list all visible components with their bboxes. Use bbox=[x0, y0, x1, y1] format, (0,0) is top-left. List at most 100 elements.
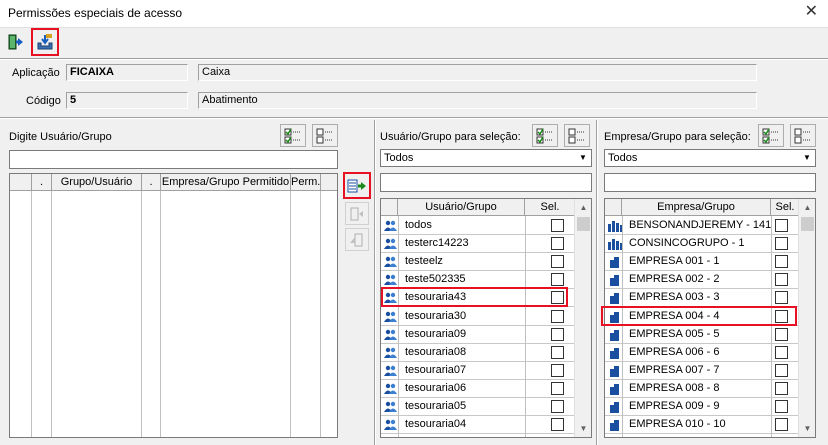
company-icon bbox=[610, 257, 619, 269]
grid-header-user-group[interactable]: Grupo/Usuário bbox=[52, 174, 142, 191]
user-name: tesouraria09 bbox=[405, 327, 467, 340]
user-row[interactable]: todos bbox=[381, 217, 576, 235]
company-select-checkbox[interactable] bbox=[775, 381, 788, 395]
check-all-icon bbox=[536, 128, 553, 143]
user-name: tesouraria08 bbox=[405, 345, 467, 358]
left-panel-label: Digite Usuário/Grupo bbox=[9, 131, 112, 143]
user-select-checkbox[interactable] bbox=[551, 400, 564, 413]
scroll-up-icon[interactable]: ▲ bbox=[799, 199, 815, 216]
chevron-down-icon: ▼ bbox=[579, 153, 587, 162]
companies-header-name[interactable]: Empresa/Grupo bbox=[622, 199, 771, 216]
company-select-checkbox[interactable] bbox=[775, 327, 788, 341]
permissions-grid[interactable]: . Grupo/Usuário . Empresa/Grupo Permitid… bbox=[9, 173, 338, 438]
companies-header-sel[interactable]: Sel. bbox=[771, 199, 800, 216]
user-name: tesouraria07 bbox=[405, 363, 467, 376]
user-name: tesouraria06 bbox=[405, 381, 467, 394]
scroll-up-icon[interactable]: ▲ bbox=[575, 199, 591, 216]
user-group-icon bbox=[384, 220, 397, 231]
save-button[interactable] bbox=[31, 28, 59, 56]
user-select-checkbox[interactable] bbox=[551, 255, 564, 269]
company-select-checkbox[interactable] bbox=[775, 219, 788, 232]
user-select-checkbox[interactable] bbox=[551, 219, 564, 232]
user-select-checkbox[interactable] bbox=[551, 237, 564, 251]
window-title: Permissões especiais de acesso bbox=[8, 6, 183, 20]
scroll-thumb[interactable] bbox=[801, 217, 814, 231]
add-selection-button[interactable] bbox=[343, 172, 371, 199]
grid-header-perm[interactable]: Perm. bbox=[291, 174, 321, 191]
grid-col-line bbox=[398, 216, 399, 437]
uncheck-all-icon bbox=[568, 128, 585, 143]
user-row[interactable]: tesouraria30 bbox=[381, 308, 576, 326]
user-select-checkbox[interactable] bbox=[551, 309, 564, 323]
user-group-icon bbox=[384, 275, 397, 286]
companies-scrollbar[interactable]: ▲ ▼ bbox=[798, 199, 815, 437]
companies-filter-select[interactable]: Todos ▼ bbox=[604, 149, 816, 167]
company-select-checkbox[interactable] bbox=[775, 418, 788, 432]
users-scrollbar[interactable]: ▲ ▼ bbox=[574, 199, 591, 437]
user-row[interactable]: tesouraria09 bbox=[381, 326, 576, 344]
user-row[interactable]: testerc14223 bbox=[381, 235, 576, 254]
user-name: testerc14223 bbox=[405, 237, 469, 250]
companies-search-input[interactable] bbox=[604, 173, 816, 192]
users-search-input[interactable] bbox=[380, 173, 592, 192]
user-select-checkbox[interactable] bbox=[551, 363, 564, 377]
highlight-user-row bbox=[381, 287, 568, 307]
user-row[interactable]: tesouraria08 bbox=[381, 344, 576, 362]
user-name: tesouraria30 bbox=[405, 309, 467, 322]
companies-check-all-button[interactable] bbox=[758, 124, 784, 147]
user-group-icon bbox=[384, 329, 397, 340]
grid-header-dot-1: . bbox=[32, 174, 52, 191]
users-filter-select[interactable]: Todos ▼ bbox=[380, 149, 592, 167]
scroll-down-icon[interactable]: ▼ bbox=[575, 420, 591, 437]
grid-header-company-permitted[interactable]: Empresa/Grupo Permitido bbox=[161, 174, 291, 191]
company-select-checkbox[interactable] bbox=[775, 400, 788, 413]
user-row[interactable]: tesouraria04 bbox=[381, 416, 576, 435]
scroll-down-icon[interactable]: ▼ bbox=[799, 420, 815, 437]
company-name: EMPRESA 006 - 6 bbox=[629, 345, 720, 358]
user-select-checkbox[interactable] bbox=[551, 381, 564, 395]
close-icon[interactable]: ✕ bbox=[805, 4, 818, 20]
aplicacao-desc-field: Caixa bbox=[198, 64, 757, 81]
user-group-search-input[interactable] bbox=[9, 150, 338, 169]
companies-panel-label: Empresa/Grupo para seleção: bbox=[604, 131, 751, 143]
users-header-sel[interactable]: Sel. bbox=[525, 199, 576, 216]
remove-selection-button[interactable] bbox=[345, 202, 369, 225]
company-select-checkbox[interactable] bbox=[775, 237, 788, 251]
codigo-desc-field: Abatimento bbox=[198, 92, 757, 109]
user-group-icon bbox=[384, 365, 397, 376]
grid-col-line bbox=[525, 216, 526, 437]
uncheck-all-icon bbox=[316, 128, 333, 143]
companies-uncheck-all-button[interactable] bbox=[790, 124, 816, 147]
user-select-checkbox[interactable] bbox=[551, 327, 564, 341]
remove-all-button[interactable] bbox=[345, 228, 369, 251]
exit-door-icon bbox=[8, 34, 23, 50]
user-row[interactable]: testeelz bbox=[381, 253, 576, 272]
left-check-all-button[interactable] bbox=[280, 124, 306, 147]
users-uncheck-all-button[interactable] bbox=[564, 124, 590, 147]
exit-button[interactable] bbox=[4, 30, 28, 54]
company-select-checkbox[interactable] bbox=[775, 255, 788, 269]
company-name: BENSONANDJEREMY - 141 bbox=[629, 219, 772, 231]
user-select-checkbox[interactable] bbox=[551, 418, 564, 432]
company-select-checkbox[interactable] bbox=[775, 273, 788, 287]
users-grid[interactable]: Usuário/Grupo Sel. todos testerc14223 test… bbox=[380, 198, 592, 438]
users-header-name[interactable]: Usuário/Grupo bbox=[398, 199, 525, 216]
company-name: EMPRESA 005 - 5 bbox=[629, 327, 720, 340]
user-row[interactable]: tesouraria06 bbox=[381, 380, 576, 398]
user-select-checkbox[interactable] bbox=[551, 345, 564, 359]
grid-col-line bbox=[622, 216, 623, 437]
company-select-checkbox[interactable] bbox=[775, 291, 788, 305]
scroll-thumb[interactable] bbox=[577, 217, 590, 231]
company-icon bbox=[610, 365, 619, 377]
panel-separator bbox=[596, 120, 598, 445]
company-select-checkbox[interactable] bbox=[775, 345, 788, 359]
user-row[interactable]: tesouraria07 bbox=[381, 362, 576, 380]
company-icon bbox=[610, 275, 619, 287]
users-check-all-button[interactable] bbox=[532, 124, 558, 147]
company-select-checkbox[interactable] bbox=[775, 363, 788, 377]
left-uncheck-all-button[interactable] bbox=[312, 124, 338, 147]
user-row[interactable]: tesouraria05 bbox=[381, 398, 576, 416]
user-select-checkbox[interactable] bbox=[551, 273, 564, 287]
toolbar-separator bbox=[0, 58, 828, 60]
aplicacao-label: Aplicação bbox=[12, 67, 60, 79]
